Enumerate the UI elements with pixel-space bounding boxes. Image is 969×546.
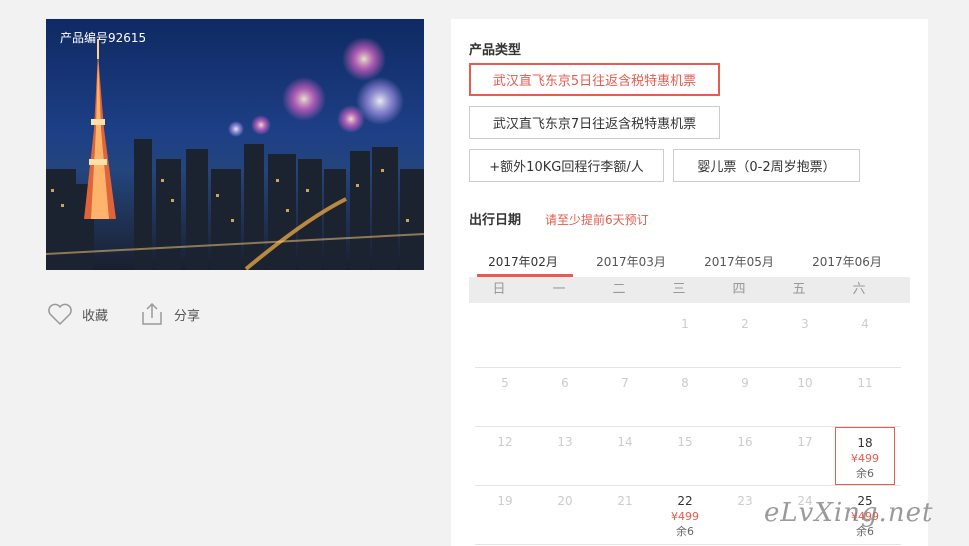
day-stock: 余6 <box>856 467 874 480</box>
month-tabs: 2017年02月 2017年03月 2017年05月 2017年06月 <box>469 253 910 277</box>
product-option-5day[interactable]: 武汉直飞东京5日往返含税特惠机票 <box>469 63 720 96</box>
weekday-sat: 六 <box>852 282 866 297</box>
product-option-7day[interactable]: 武汉直飞东京7日往返含税特惠机票 <box>469 106 720 139</box>
day-number: 16 <box>737 435 753 449</box>
day-number: 5 <box>501 376 509 390</box>
day-number: 4 <box>861 317 869 331</box>
day-number: 22 <box>677 494 693 508</box>
tab-month-may[interactable]: 2017年05月 <box>685 253 793 277</box>
day-number: 15 <box>677 435 693 449</box>
product-type-title: 产品类型 <box>469 43 522 58</box>
day-number: 11 <box>857 376 873 390</box>
calendar-day: 10 <box>775 368 835 426</box>
calendar-day-available[interactable]: 22 ¥499 余6 <box>655 486 715 544</box>
weekday-header: 日 一 二 三 四 五 六 <box>469 277 910 303</box>
day-number: 19 <box>497 494 513 508</box>
share-icon <box>138 300 166 328</box>
action-bar: 收藏 分享 <box>46 300 230 328</box>
calendar-day: 15 <box>655 427 715 485</box>
day-number: 6 <box>561 376 569 390</box>
calendar-day: 12 <box>475 427 535 485</box>
product-code: 产品编号92615 <box>60 31 147 45</box>
weekday-tue: 二 <box>612 282 626 297</box>
calendar-day: 4 <box>835 309 895 367</box>
share-button[interactable]: 分享 <box>138 300 200 328</box>
booking-panel: 产品类型 武汉直飞东京5日往返含税特惠机票 武汉直飞东京7日往返含税特惠机票 +… <box>451 19 928 546</box>
calendar-day <box>595 309 655 367</box>
calendar-day: 16 <box>715 427 775 485</box>
day-price: ¥499 <box>671 510 699 523</box>
weekday-thu: 四 <box>732 282 746 297</box>
day-number: 18 <box>857 436 873 450</box>
day-stock: 余6 <box>676 525 694 538</box>
tokyo-night-skyline-image <box>46 37 424 270</box>
calendar-day: 2 <box>715 309 775 367</box>
tab-month-feb[interactable]: 2017年02月 <box>469 253 577 277</box>
product-photo: 产品编号92615 <box>46 19 424 270</box>
calendar-day: 9 <box>715 368 775 426</box>
weekday-fri: 五 <box>792 282 806 297</box>
day-number: 13 <box>557 435 573 449</box>
product-option-infant-ticket[interactable]: 婴儿票（0-2周岁抱票） <box>673 149 860 182</box>
calendar-week-row: 12 13 14 15 16 17 18 ¥499 余6 <box>475 427 901 486</box>
site-watermark: eLvXing.net <box>764 498 934 528</box>
product-option-extra-luggage[interactable]: +额外10KG回程行李额/人 <box>469 149 664 182</box>
calendar-day: 21 <box>595 486 655 544</box>
calendar-day: 20 <box>535 486 595 544</box>
booking-notice: 请至少提前6天预订 <box>545 213 649 227</box>
heart-icon <box>46 300 74 328</box>
day-number: 14 <box>617 435 633 449</box>
calendar-day: 13 <box>535 427 595 485</box>
calendar-day: 14 <box>595 427 655 485</box>
day-number: 12 <box>497 435 513 449</box>
departure-date-title: 出行日期 <box>469 213 522 228</box>
weekday-sun: 日 <box>492 282 506 297</box>
calendar-day: 7 <box>595 368 655 426</box>
calendar-day: 6 <box>535 368 595 426</box>
calendar-day: 11 <box>835 368 895 426</box>
calendar-day: 8 <box>655 368 715 426</box>
day-number: 21 <box>617 494 633 508</box>
weekday-wed: 三 <box>672 282 686 297</box>
calendar-week-row: 1 2 3 4 <box>475 309 901 368</box>
tab-month-jun[interactable]: 2017年06月 <box>793 253 901 277</box>
calendar-day <box>535 309 595 367</box>
calendar-day <box>475 309 535 367</box>
calendar-day: 17 <box>775 427 835 485</box>
calendar-week-row: 5 6 7 8 9 10 11 <box>475 368 901 427</box>
day-number: 7 <box>621 376 629 390</box>
share-label: 分享 <box>174 308 201 324</box>
day-number: 1 <box>681 317 689 331</box>
day-number: 20 <box>557 494 573 508</box>
calendar-day: 5 <box>475 368 535 426</box>
day-number: 3 <box>801 317 809 331</box>
day-number: 9 <box>741 376 749 390</box>
calendar-day: 3 <box>775 309 835 367</box>
favorite-button[interactable]: 收藏 <box>46 300 108 328</box>
day-number: 23 <box>737 494 753 508</box>
favorite-label: 收藏 <box>82 308 109 324</box>
day-number: 2 <box>741 317 749 331</box>
calendar-day: 19 <box>475 486 535 544</box>
calendar-day-available[interactable]: 18 ¥499 余6 <box>835 427 895 485</box>
day-price: ¥499 <box>851 452 879 465</box>
tab-month-mar[interactable]: 2017年03月 <box>577 253 685 277</box>
day-number: 10 <box>797 376 813 390</box>
day-number: 8 <box>681 376 689 390</box>
weekday-mon: 一 <box>552 282 566 297</box>
calendar-day: 1 <box>655 309 715 367</box>
day-number: 17 <box>797 435 813 449</box>
